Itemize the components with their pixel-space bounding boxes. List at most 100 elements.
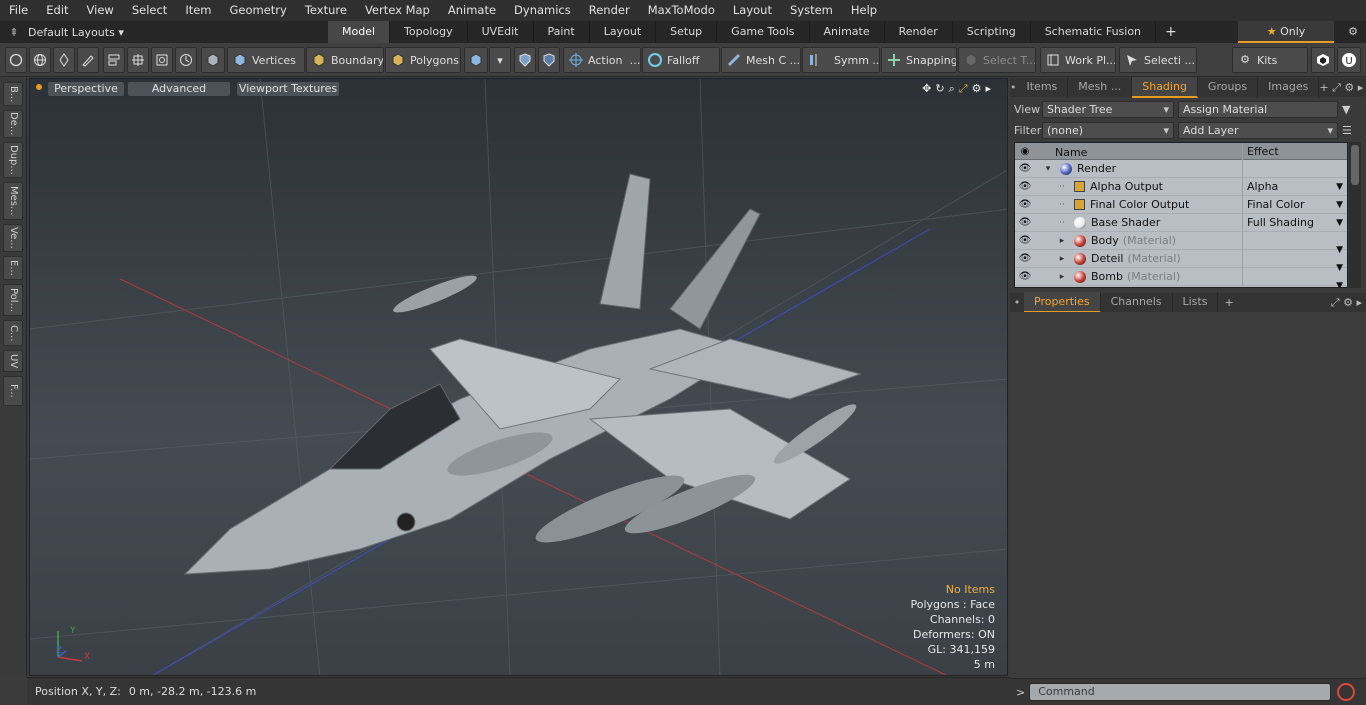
visibility-eye-icon[interactable]: 👁: [1015, 268, 1035, 286]
view-dropdown[interactable]: Shader Tree ▾: [1042, 100, 1174, 118]
add-tab-icon[interactable]: +: [1319, 81, 1328, 94]
panel-arrow-icon[interactable]: ▸: [1356, 296, 1362, 309]
gear-icon[interactable]: ⚙: [1348, 21, 1358, 43]
layout-tab-paint[interactable]: Paint: [534, 21, 590, 43]
left-strip-tab-9[interactable]: UV: [3, 350, 23, 372]
left-strip-tab-10[interactable]: F...: [3, 376, 23, 406]
layout-home-icon[interactable]: ⇞: [0, 26, 28, 39]
only-toggle[interactable]: ★ Only: [1238, 21, 1334, 43]
select-circle-icon[interactable]: [5, 47, 27, 73]
visibility-eye-icon[interactable]: 👁: [1015, 214, 1035, 232]
visibility-eye-icon[interactable]: 👁: [1015, 232, 1035, 250]
mode-dropdown-arrow[interactable]: ▾: [489, 47, 511, 73]
layout-tab-render[interactable]: Render: [885, 21, 953, 43]
falloff-button[interactable]: Falloff: [642, 47, 720, 73]
maximize-icon[interactable]: ⤢: [1332, 81, 1341, 94]
menu-item-select[interactable]: Select: [123, 0, 176, 21]
layout-tab-game-tools[interactable]: Game Tools: [717, 21, 810, 43]
panel-tab-groups[interactable]: Groups: [1198, 77, 1259, 98]
filter-funnel-icon[interactable]: ▼: [1342, 103, 1358, 116]
expand-arrow-icon[interactable]: ▸: [1055, 232, 1069, 250]
panel-arrow-icon[interactable]: ▸: [1358, 81, 1364, 94]
panel-tab-shading[interactable]: Shading: [1132, 77, 1198, 98]
shield-icon[interactable]: [514, 47, 536, 73]
align-icon[interactable]: [103, 47, 125, 73]
shader-tree-row[interactable]: 👁 ·· Final Color Output Final Color ▼: [1015, 195, 1347, 214]
menu-item-maxtomodo[interactable]: MaxToModo: [639, 0, 724, 21]
layout-tab-uvedit[interactable]: UVEdit: [468, 21, 534, 43]
list-options-icon[interactable]: ☰: [1342, 124, 1358, 137]
3d-viewport[interactable]: Y X Z Perspective Advanced Viewport Text…: [29, 78, 1008, 676]
add-layout-tab-button[interactable]: +: [1156, 21, 1186, 43]
left-strip-tab-6[interactable]: E...: [3, 256, 23, 280]
shader-tree-row[interactable]: 👁 ▸ Body (Material) ▼: [1015, 231, 1347, 255]
shader-item-effect[interactable]: Final Color ▼: [1243, 196, 1347, 214]
visibility-eye-icon[interactable]: 👁: [1015, 160, 1035, 178]
globe-icon[interactable]: [29, 47, 51, 73]
selection-sets-button[interactable]: Selecti ...: [1119, 47, 1197, 73]
shading-mode-button[interactable]: Advanced: [128, 82, 230, 96]
work-plane-button[interactable]: Work Pl...: [1040, 47, 1116, 73]
scrollbar-thumb[interactable]: [1351, 145, 1359, 185]
visibility-eye-icon[interactable]: 👁: [1015, 250, 1035, 268]
clock-icon[interactable]: [175, 47, 197, 73]
material-mode-icon[interactable]: [464, 47, 488, 73]
menu-item-animate[interactable]: Animate: [439, 0, 505, 21]
left-strip-tab-1[interactable]: B...: [3, 82, 23, 106]
layout-tab-scripting[interactable]: Scripting: [953, 21, 1031, 43]
panel-tab-mesh[interactable]: Mesh ...: [1068, 77, 1133, 98]
visibility-eye-icon[interactable]: 👁: [1015, 196, 1035, 214]
shader-tree-row[interactable]: 👁 ·· Alpha Output Alpha ▼: [1015, 177, 1347, 196]
rotate-view-icon[interactable]: ↻: [935, 82, 944, 96]
view-mode-button[interactable]: Perspective: [48, 82, 124, 96]
shader-tree-row[interactable]: 👁 ▾ Render: [1015, 159, 1347, 178]
menu-item-vertex-map[interactable]: Vertex Map: [356, 0, 439, 21]
left-strip-tab-2[interactable]: De...: [3, 110, 23, 138]
move-view-icon[interactable]: ✥: [922, 82, 931, 96]
add-tab-icon[interactable]: +: [1218, 296, 1233, 309]
panel-tab-properties[interactable]: Properties: [1024, 292, 1101, 313]
panel-tab-items[interactable]: Items: [1017, 77, 1069, 98]
layout-tab-topology[interactable]: Topology: [390, 21, 468, 43]
shader-tree-scrollbar[interactable]: [1349, 142, 1361, 288]
record-macro-icon[interactable]: [1337, 683, 1356, 701]
shader-item-effect[interactable]: Alpha ▼: [1243, 178, 1347, 196]
filter-dropdown[interactable]: (none) ▾: [1042, 121, 1174, 139]
shader-tree-row[interactable]: 👁 ·· Base Shader Full Shading ▼: [1015, 213, 1347, 232]
add-layer-dropdown[interactable]: Add Layer ▾: [1178, 121, 1338, 139]
expand-arrow-icon[interactable]: ▸: [1055, 268, 1069, 286]
expand-arrow-icon[interactable]: ▾: [1041, 160, 1055, 178]
expand-arrow-icon[interactable]: ▸: [1055, 250, 1069, 268]
zoom-view-icon[interactable]: ⌕: [949, 82, 955, 96]
menu-item-file[interactable]: File: [0, 0, 37, 21]
grid-snap-icon[interactable]: [127, 47, 149, 73]
item-mode-icon[interactable]: [201, 47, 225, 73]
panel-gear-icon[interactable]: ⚙: [1344, 81, 1354, 94]
menu-item-geometry[interactable]: Geometry: [221, 0, 296, 21]
assign-material-button[interactable]: Assign Material: [1178, 100, 1338, 118]
panel-tab-channels[interactable]: Channels: [1101, 292, 1173, 313]
menu-item-item[interactable]: Item: [176, 0, 220, 21]
unreal-icon[interactable]: U: [1337, 47, 1361, 73]
left-strip-tab-8[interactable]: C...: [3, 320, 23, 346]
viewport-menu-arrow-icon[interactable]: ▸: [985, 82, 991, 96]
polygons-mode-button[interactable]: Polygons: [385, 47, 461, 73]
effect-column-header[interactable]: Effect: [1243, 143, 1347, 159]
menu-item-view[interactable]: View: [78, 0, 123, 21]
action-center-button[interactable]: Action …: [563, 47, 641, 73]
panel-tab-lists[interactable]: Lists: [1173, 292, 1219, 313]
maximize-icon[interactable]: ⤢: [1331, 296, 1340, 309]
layout-tab-schematic-fusion[interactable]: Schematic Fusion: [1031, 21, 1157, 43]
viewport-textures-button[interactable]: Viewport Textures: [237, 82, 339, 96]
default-layouts-dropdown[interactable]: Default Layouts ▾: [28, 26, 328, 39]
vertices-mode-button[interactable]: Vertices: [227, 47, 305, 73]
shader-item-effect[interactable]: Full Shading ▼: [1243, 214, 1347, 232]
shield-alt-icon[interactable]: [538, 47, 560, 73]
panel-tab-images[interactable]: Images: [1258, 77, 1320, 98]
snapping-button[interactable]: Snapping: [881, 47, 957, 73]
layout-tab-setup[interactable]: Setup: [656, 21, 718, 43]
brush-icon[interactable]: [77, 47, 99, 73]
frame-icon[interactable]: [151, 47, 173, 73]
command-input[interactable]: Command: [1029, 683, 1332, 701]
shader-tree-row[interactable]: 👁 ▸ Bomb (Material) ▼: [1015, 267, 1347, 287]
